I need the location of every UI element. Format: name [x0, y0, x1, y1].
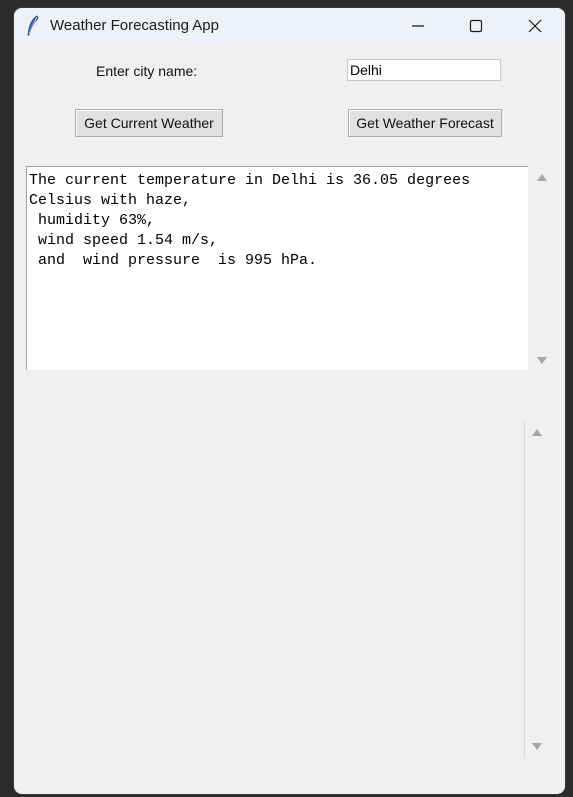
forecast-scrollbar[interactable] [524, 421, 551, 758]
scroll-up-icon[interactable] [531, 428, 543, 438]
forecast-output[interactable] [26, 421, 524, 758]
window-title: Weather Forecasting App [50, 17, 219, 34]
current-weather-scrollbar[interactable] [529, 166, 555, 370]
feather-icon [27, 15, 39, 36]
city-label: Enter city name: [96, 63, 198, 79]
get-weather-forecast-button[interactable]: Get Weather Forecast [348, 109, 502, 137]
close-icon [528, 19, 542, 33]
scroll-up-icon[interactable] [536, 173, 548, 183]
scroll-down-icon[interactable] [536, 355, 548, 365]
scroll-down-icon[interactable] [531, 741, 543, 751]
maximize-icon [469, 19, 483, 33]
minimize-icon [412, 25, 424, 27]
get-current-weather-button[interactable]: Get Current Weather [75, 109, 223, 137]
close-button[interactable] [506, 8, 564, 44]
current-weather-output[interactable]: The current temperature in Delhi is 36.0… [26, 166, 528, 370]
app-window: Weather Forecasting App Enter city name:… [14, 8, 565, 794]
minimize-button[interactable] [389, 8, 447, 44]
city-input[interactable] [347, 59, 501, 81]
title-bar[interactable]: Weather Forecasting App [14, 8, 565, 44]
maximize-button[interactable] [447, 8, 505, 44]
